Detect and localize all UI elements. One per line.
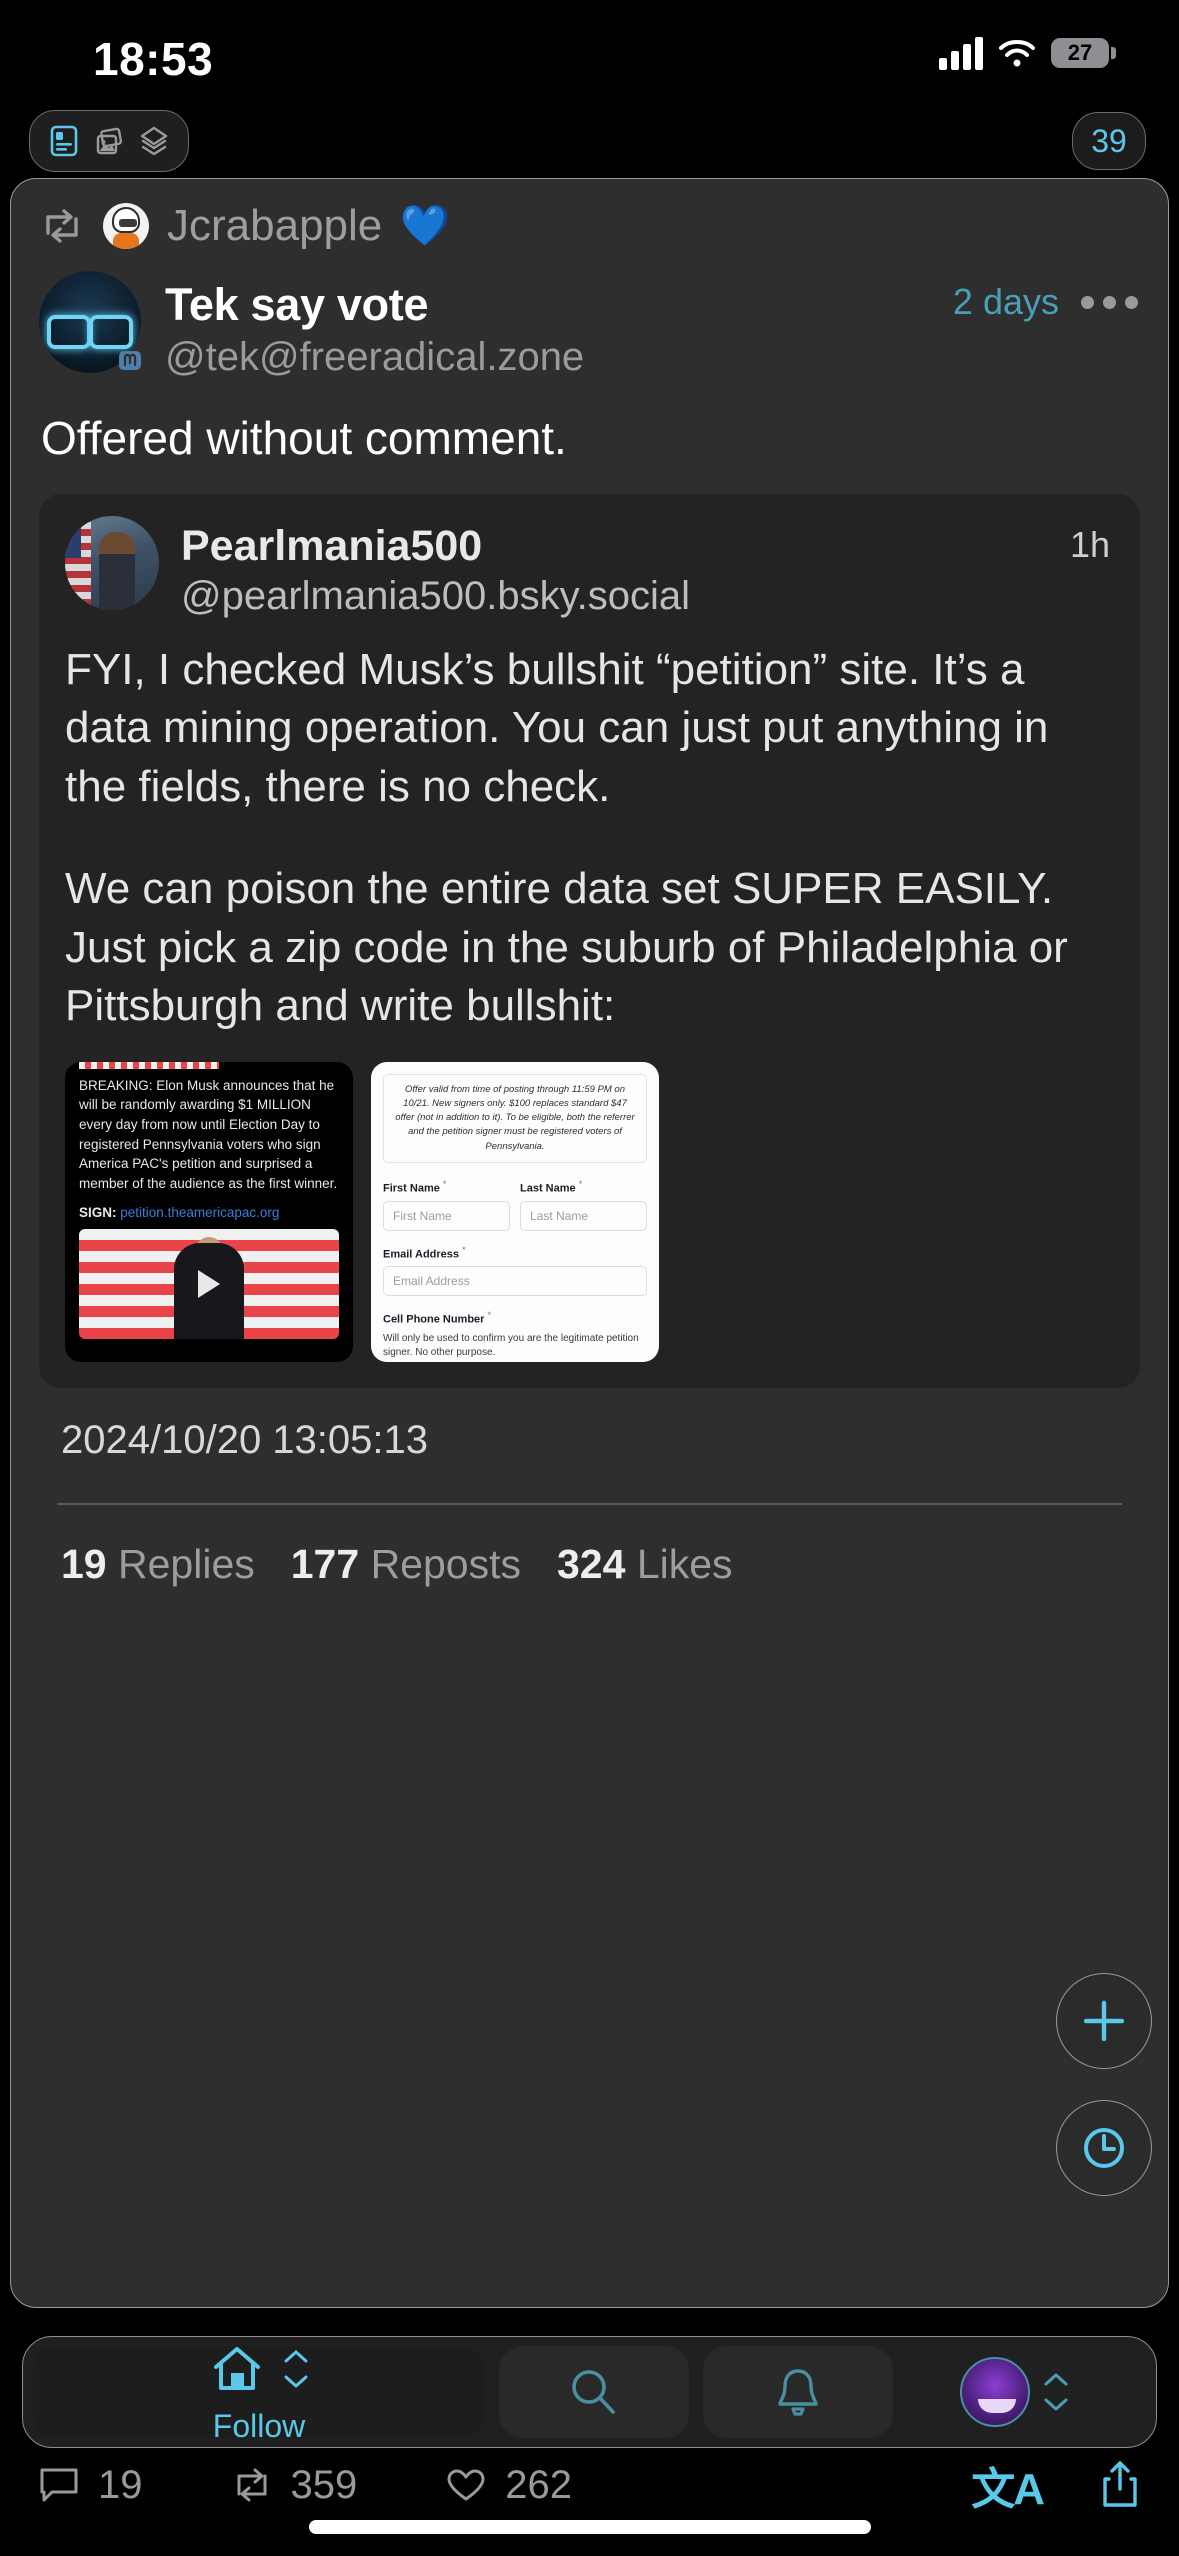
chevron-down-icon <box>1044 2398 1068 2411</box>
last-name-label: Last Name * <box>520 1178 583 1195</box>
unread-count-value: 39 <box>1091 122 1127 159</box>
email-field[interactable]: Email Address <box>383 1266 647 1297</box>
sidebar-item-search[interactable] <box>499 2346 689 2438</box>
clock-icon <box>1084 2128 1124 2168</box>
sidebar-item-account[interactable] <box>907 2346 1123 2438</box>
compose-button[interactable] <box>1056 1973 1152 2069</box>
chevron-down-icon <box>284 2375 308 2387</box>
view-mode-toolbar[interactable] <box>29 110 189 172</box>
quoted-post-body: FYI, I checked Musk’s bullshit “petition… <box>65 641 1114 1036</box>
unread-count-badge[interactable]: 39 <box>1072 112 1146 170</box>
bottom-navigation[interactable]: Follow <box>22 2336 1157 2448</box>
boost-arrows-icon <box>39 203 85 249</box>
sidebar-item-home-timeline[interactable]: Follow <box>33 2346 485 2444</box>
last-name-field[interactable]: Last Name <box>520 1200 647 1231</box>
quoted-author-name[interactable]: Pearlmania500 <box>181 522 690 571</box>
first-name-label: First Name * <box>383 1178 447 1195</box>
booster-avatar[interactable] <box>103 203 149 249</box>
email-group: Email Address * Email Address <box>383 1245 647 1297</box>
email-label: Email Address * <box>383 1244 466 1261</box>
booster-name[interactable]: Jcrabapple <box>167 201 382 251</box>
favourite-action[interactable]: 262 <box>443 2462 971 2508</box>
home-indicator[interactable] <box>308 2520 871 2534</box>
petition-link[interactable]: petition.theamericapac.org <box>120 1205 279 1220</box>
last-name-group: Last Name * Last Name <box>520 1179 647 1231</box>
account-switcher-chevrons[interactable] <box>1042 2371 1070 2413</box>
layers-view-icon[interactable] <box>136 123 172 159</box>
news-screenshot-card[interactable]: BREAKING: Elon Musk announces that he wi… <box>65 1061 353 1362</box>
media-view-icon[interactable] <box>91 123 127 159</box>
avatar-icon[interactable] <box>960 2357 1030 2427</box>
quoted-paragraph-2: We can poison the entire data set SUPER … <box>65 864 1068 1031</box>
avatar[interactable] <box>39 271 141 373</box>
stat-reposts[interactable]: 177 Reposts <box>291 1541 521 1588</box>
post-action-bar[interactable]: 19 359 262 文A <box>0 2442 1179 2528</box>
offer-disclaimer: Offer valid from time of posting through… <box>383 1073 647 1163</box>
sign-label: SIGN: <box>79 1204 117 1220</box>
quoted-author-avatar[interactable] <box>65 515 159 610</box>
search-icon <box>572 2370 615 2414</box>
video-thumbnail[interactable] <box>79 1228 339 1339</box>
post-stats: 19 Replies 177 Reposts 324 Likes <box>11 1505 1168 1588</box>
cell-phone-label: Cell Phone Number * <box>383 1310 492 1326</box>
mastodon-badge-icon <box>113 343 147 377</box>
more-dots-icon[interactable] <box>1081 295 1138 309</box>
post-author-handle[interactable]: @tek@freeradical.zone <box>165 335 584 380</box>
sign-line: SIGN: petition.theamericapac.org <box>79 1205 339 1220</box>
post-author-row[interactable]: Tek say vote @tek@freeradical.zone 2 day… <box>11 257 1168 380</box>
blue-heart-emoji: 💙 <box>400 204 451 248</box>
chevron-up-icon <box>1044 2373 1068 2386</box>
reply-action[interactable]: 19 <box>36 2462 143 2508</box>
favourite-count: 262 <box>505 2462 572 2507</box>
boost-indicator[interactable]: Jcrabapple 💙 <box>11 179 1168 257</box>
play-button-icon[interactable] <box>198 1269 220 1298</box>
stat-likes[interactable]: 324 Likes <box>557 1541 733 1588</box>
post-card[interactable]: Jcrabapple 💙 Tek say vote @tek@freeradic… <box>10 178 1169 2308</box>
bell-icon <box>778 2369 818 2416</box>
stat-replies[interactable]: 19 Replies <box>61 1541 255 1588</box>
article-view-icon[interactable] <box>46 123 82 159</box>
boost-arrows-icon <box>237 2468 266 2502</box>
cell-phone-note: Will only be used to confirm you are the… <box>383 1332 639 1358</box>
quoted-author-handle[interactable]: @pearlmania500.bsky.social <box>181 574 690 619</box>
petition-form-screenshot-card[interactable]: Offer valid from time of posting through… <box>371 1061 659 1362</box>
status-bar-indicators: 27 <box>939 36 1116 70</box>
share-icon[interactable] <box>1097 2459 1143 2511</box>
home-icon <box>214 2346 260 2390</box>
reply-count: 19 <box>98 2462 143 2507</box>
translate-icon[interactable]: 文A <box>971 2453 1045 2517</box>
battery-indicator: 27 <box>1051 38 1116 68</box>
boost-action[interactable]: 359 <box>229 2462 358 2508</box>
cell-phone-group: Cell Phone Number * Will only be used to… <box>383 1310 647 1361</box>
news-text: BREAKING: Elon Musk announces that he wi… <box>79 1077 338 1192</box>
quoted-media-row: BREAKING: Elon Musk announces that he wi… <box>65 1061 1114 1362</box>
cellular-bars-icon <box>939 36 983 70</box>
phone-screen: 18:53 27 39 Jcrabapple 💙 Tek say vote @t… <box>0 0 1179 2556</box>
first-name-group: First Name * First Name <box>383 1179 510 1231</box>
boost-count: 359 <box>290 2462 358 2507</box>
post-timestamp-relative[interactable]: 2 days <box>953 281 1059 323</box>
status-bar: 18:53 27 <box>0 0 1179 112</box>
wifi-icon <box>997 37 1037 69</box>
first-name-field[interactable]: First Name <box>383 1200 510 1231</box>
post-body-text: Offered without comment. <box>41 412 567 464</box>
quoted-post-timestamp: 1h <box>1069 523 1110 565</box>
post-absolute-timestamp: 2024/10/20 13:05:13 <box>61 1417 429 1462</box>
status-bar-clock: 18:53 <box>93 33 214 85</box>
timeline-switcher-chevrons[interactable] <box>282 2348 310 2390</box>
history-button[interactable] <box>1056 2100 1152 2196</box>
battery-percent: 27 <box>1067 40 1093 65</box>
plus-icon <box>1083 2000 1125 2042</box>
heart-icon <box>447 2469 485 2501</box>
sidebar-item-notifications[interactable] <box>703 2346 893 2438</box>
home-timeline-label: Follow <box>212 2407 306 2444</box>
reply-bubble-icon <box>40 2468 78 2502</box>
quoted-paragraph-1: FYI, I checked Musk’s bullshit “petition… <box>65 644 1049 811</box>
chevron-up-icon <box>284 2350 308 2362</box>
quoted-post[interactable]: Pearlmania500 @pearlmania500.bsky.social… <box>39 493 1140 1388</box>
post-author-name[interactable]: Tek say vote <box>165 279 584 331</box>
